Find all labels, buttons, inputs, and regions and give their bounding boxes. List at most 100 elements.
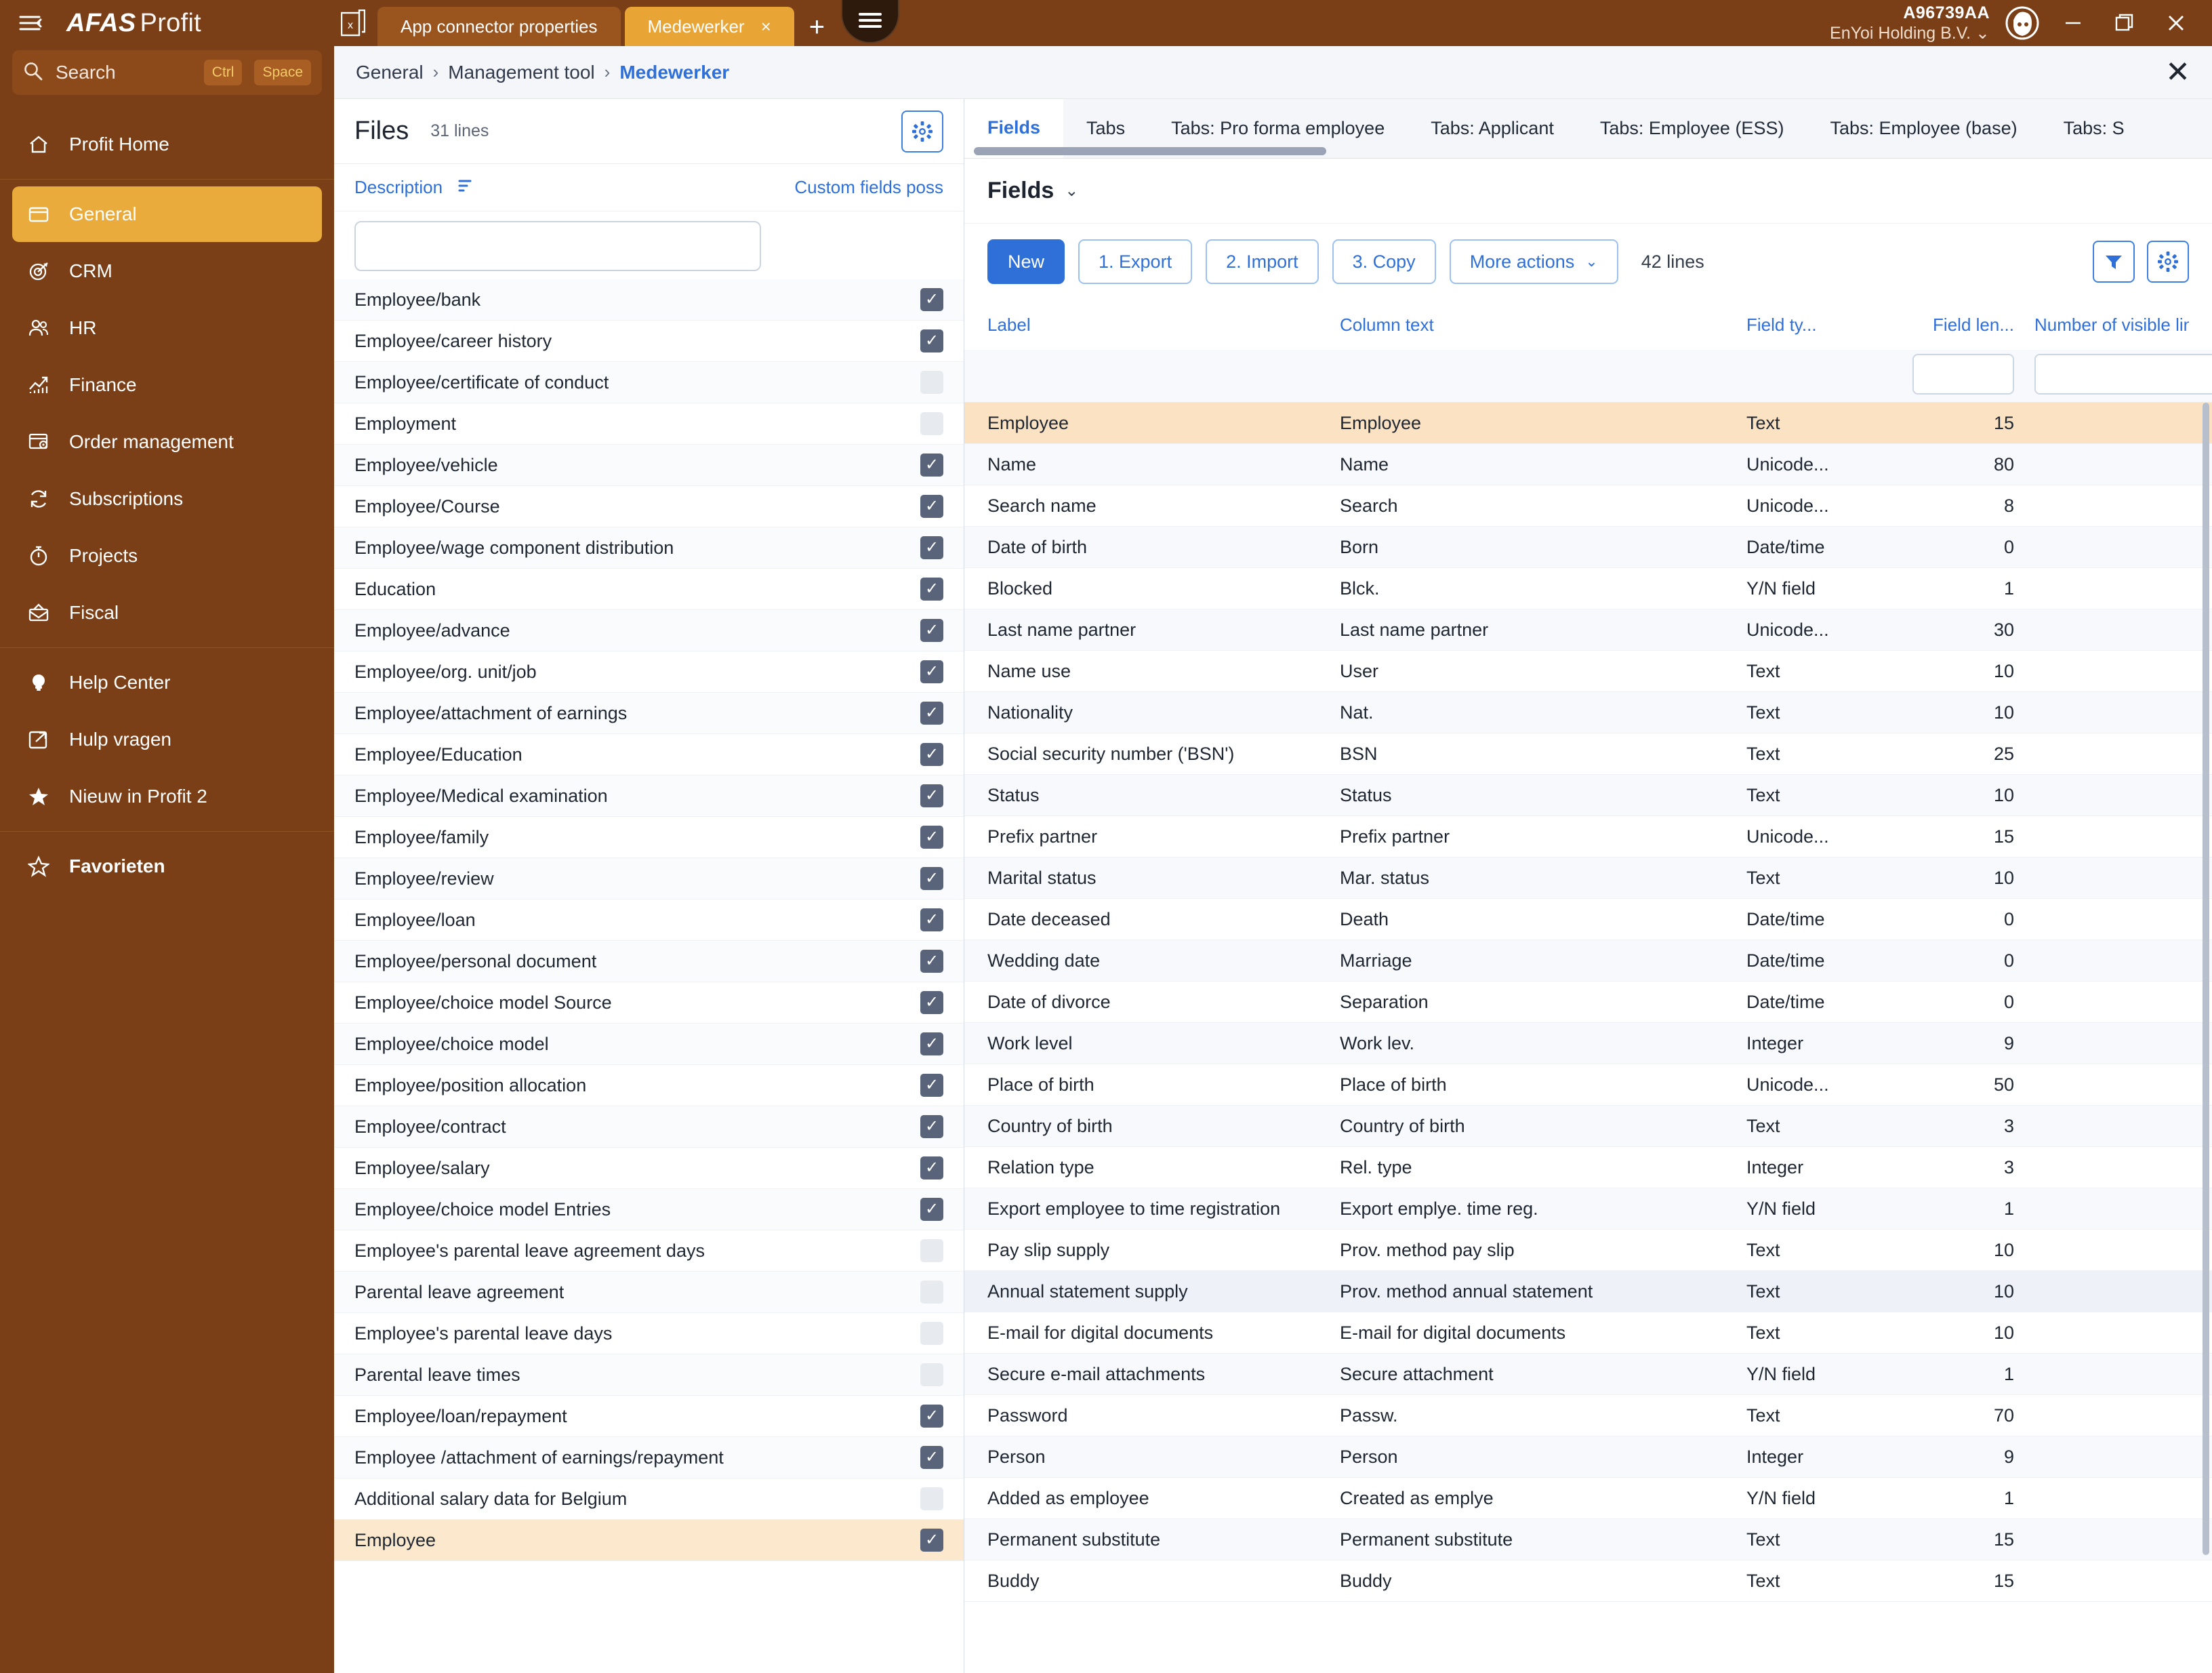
table-row[interactable]: Search name Search Unicode... 8 bbox=[964, 485, 2212, 527]
file-row-checkbox[interactable] bbox=[920, 578, 943, 601]
fields-tabstrip[interactable]: Fields Tabs Tabs: Pro forma employee Tabs: … bbox=[964, 99, 2212, 159]
grid-col-column-text[interactable]: Column text bbox=[1340, 315, 1746, 336]
table-row[interactable]: Employee Employee Text 15 bbox=[964, 403, 2212, 444]
export-button[interactable]: 1. Export bbox=[1078, 239, 1193, 284]
file-row[interactable]: Employment bbox=[334, 403, 964, 445]
breadcrumb-item-management-tool[interactable]: Management tool bbox=[448, 62, 594, 83]
table-row[interactable]: Country of birth Country of birth Text 3 bbox=[964, 1106, 2212, 1147]
file-row[interactable]: Employee/advance bbox=[334, 610, 964, 651]
file-row-checkbox[interactable] bbox=[920, 1405, 943, 1428]
file-row-checkbox[interactable] bbox=[920, 1198, 943, 1221]
breadcrumb-item-medewerker[interactable]: Medewerker bbox=[619, 62, 729, 83]
breadcrumb-item-general[interactable]: General bbox=[356, 62, 424, 83]
table-row[interactable]: Buddy Buddy Text 15 bbox=[964, 1560, 2212, 1602]
file-row[interactable]: Education bbox=[334, 569, 964, 610]
file-row[interactable]: Parental leave times bbox=[334, 1354, 964, 1396]
grid-col-field-type[interactable]: Field ty... bbox=[1746, 315, 1872, 336]
table-row[interactable]: Password Passw. Text 70 bbox=[964, 1395, 2212, 1436]
sidebar-item-general[interactable]: General bbox=[12, 186, 322, 242]
file-row-checkbox[interactable] bbox=[920, 288, 943, 311]
file-row-checkbox[interactable] bbox=[920, 1281, 943, 1304]
file-row-checkbox[interactable] bbox=[920, 329, 943, 352]
sort-icon[interactable] bbox=[457, 178, 476, 197]
filter-button[interactable] bbox=[2093, 241, 2135, 283]
sidebar-item-hr[interactable]: HR bbox=[12, 300, 322, 356]
file-row[interactable]: Employee/review bbox=[334, 858, 964, 900]
close-icon[interactable]: × bbox=[761, 16, 771, 37]
sidebar-item-subscriptions[interactable]: Subscriptions bbox=[12, 471, 322, 527]
file-row[interactable]: Employee/wage component distribution bbox=[334, 527, 964, 569]
file-row-checkbox[interactable] bbox=[920, 1156, 943, 1180]
import-button[interactable]: 2. Import bbox=[1206, 239, 1319, 284]
file-row[interactable]: Parental leave agreement bbox=[334, 1272, 964, 1313]
grid-filter-flen-input[interactable] bbox=[1912, 354, 2014, 395]
excel-document-icon[interactable]: x bbox=[334, 0, 372, 46]
file-row[interactable]: Employee/position allocation bbox=[334, 1065, 964, 1106]
menu-collapse-icon[interactable] bbox=[15, 7, 46, 39]
tab-tabs-employee-base[interactable]: Tabs: Employee (base) bbox=[1807, 99, 2040, 158]
sidebar-item-favorieten[interactable]: Favorieten bbox=[12, 839, 322, 894]
file-row-checkbox[interactable] bbox=[920, 536, 943, 559]
file-row[interactable]: Employee's parental leave days bbox=[334, 1313, 964, 1354]
table-row[interactable]: Last name partner Last name partner Unicod… bbox=[964, 609, 2212, 651]
file-row[interactable]: Employee/loan bbox=[334, 900, 964, 941]
file-row-checkbox[interactable] bbox=[920, 1322, 943, 1345]
hamburger-menu-icon[interactable] bbox=[841, 0, 900, 43]
tab-tabs-s[interactable]: Tabs: S bbox=[2041, 99, 2148, 158]
files-column-description[interactable]: Description bbox=[354, 177, 443, 198]
new-button[interactable]: New bbox=[987, 239, 1065, 284]
window-tab-medewerker[interactable]: Medewerker × bbox=[624, 7, 794, 46]
table-row[interactable]: Person Person Integer 9 bbox=[964, 1436, 2212, 1478]
file-row[interactable]: Employee /attachment of earnings/repayme… bbox=[334, 1437, 964, 1478]
table-row[interactable]: Date deceased Death Date/time 0 bbox=[964, 899, 2212, 940]
file-row[interactable]: Employee/Medical examination bbox=[334, 775, 964, 817]
file-row[interactable]: Employee/choice model Entries bbox=[334, 1189, 964, 1230]
file-row-checkbox[interactable] bbox=[920, 1032, 943, 1055]
sidebar-item-projects[interactable]: Projects bbox=[12, 528, 322, 584]
table-row[interactable]: Place of birth Place of birth Unicode... 50 bbox=[964, 1064, 2212, 1106]
chevron-down-icon[interactable]: ⌄ bbox=[1065, 181, 1078, 201]
file-row-checkbox[interactable] bbox=[920, 950, 943, 973]
file-row-checkbox[interactable] bbox=[920, 660, 943, 683]
tabs-scrollbar[interactable] bbox=[974, 147, 1326, 155]
file-row-checkbox[interactable] bbox=[920, 1446, 943, 1469]
file-row-checkbox[interactable] bbox=[920, 495, 943, 518]
file-row[interactable]: Additional salary data for Belgium bbox=[334, 1478, 964, 1520]
tab-tabs-employee-ess[interactable]: Tabs: Employee (ESS) bbox=[1577, 99, 1807, 158]
window-close-button[interactable] bbox=[2158, 5, 2194, 41]
table-row[interactable]: E-mail for digital documents E-mail for d… bbox=[964, 1312, 2212, 1354]
table-row[interactable]: Social security number ('BSN') BSN Text 25 bbox=[964, 733, 2212, 775]
sidebar-item-finance[interactable]: Finance bbox=[12, 357, 322, 413]
grid-col-field-length[interactable]: Field len... bbox=[1872, 315, 2014, 336]
table-row[interactable]: Blocked Blck. Y/N field 1 bbox=[964, 568, 2212, 609]
file-row-checkbox[interactable] bbox=[920, 826, 943, 849]
table-row[interactable]: Date of divorce Separation Date/time 0 bbox=[964, 982, 2212, 1023]
file-row-checkbox[interactable] bbox=[920, 743, 943, 766]
file-row-checkbox[interactable] bbox=[920, 1239, 943, 1262]
files-column-custom-fields[interactable]: Custom fields poss bbox=[794, 177, 943, 198]
file-row[interactable]: Employee/Education bbox=[334, 734, 964, 775]
window-tab-app-connector[interactable]: App connector properties bbox=[377, 7, 621, 46]
file-row[interactable]: Employee/bank bbox=[334, 279, 964, 321]
table-row[interactable]: Nationality Nat. Text 10 bbox=[964, 692, 2212, 733]
table-row[interactable]: Status Status Text 10 bbox=[964, 775, 2212, 816]
file-row-checkbox[interactable] bbox=[920, 371, 943, 394]
file-row-checkbox[interactable] bbox=[920, 991, 943, 1014]
file-row-checkbox[interactable] bbox=[920, 1115, 943, 1138]
files-filter-input[interactable] bbox=[354, 221, 761, 271]
sidebar-item-nieuw-in-profit[interactable]: Nieuw in Profit 2 bbox=[12, 769, 322, 824]
user-avatar-icon[interactable] bbox=[2005, 5, 2040, 41]
file-row[interactable]: Employee/contract bbox=[334, 1106, 964, 1148]
table-row[interactable]: Pay slip supply Prov. method pay slip Text… bbox=[964, 1230, 2212, 1271]
table-row[interactable]: Work level Work lev. Integer 9 bbox=[964, 1023, 2212, 1064]
file-row-checkbox[interactable] bbox=[920, 412, 943, 435]
file-row[interactable]: Employee/choice model bbox=[334, 1024, 964, 1065]
grid-settings-button[interactable] bbox=[2147, 241, 2189, 283]
new-tab-button[interactable]: + bbox=[798, 14, 836, 46]
table-row[interactable]: Date of birth Born Date/time 0 bbox=[964, 527, 2212, 568]
maximize-button[interactable] bbox=[2106, 5, 2143, 41]
file-row[interactable]: Employee/org. unit/job bbox=[334, 651, 964, 693]
table-row[interactable]: Marital status Mar. status Text 10 bbox=[964, 858, 2212, 899]
file-row-checkbox[interactable] bbox=[920, 453, 943, 477]
file-row[interactable]: Employee/choice model Source bbox=[334, 982, 964, 1024]
